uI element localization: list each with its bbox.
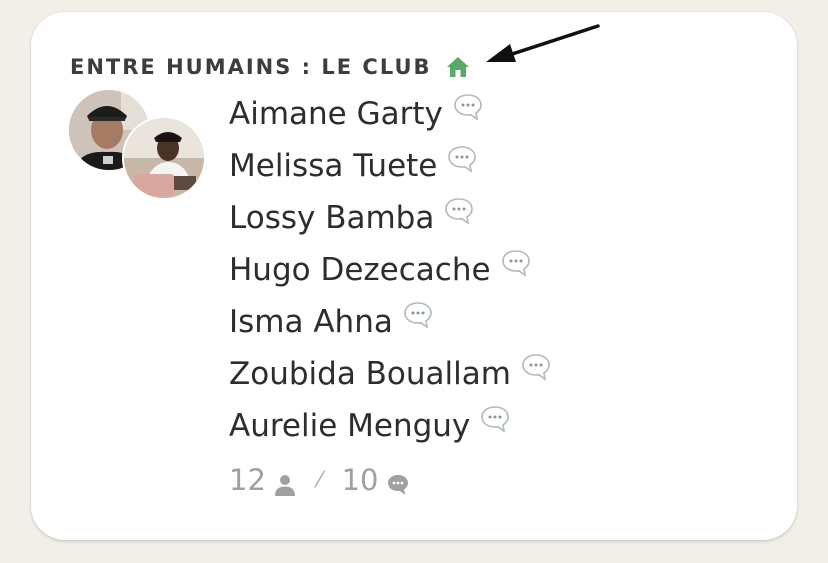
- stats-separator: ⁄: [317, 467, 322, 493]
- list-item: Aimane Garty: [229, 88, 551, 140]
- speech-bubble-icon[interactable]: [403, 301, 433, 329]
- person-icon: [274, 469, 296, 496]
- member-name[interactable]: Hugo Dezecache: [229, 252, 491, 288]
- speech-bubble-icon[interactable]: [444, 197, 474, 225]
- list-item: Zoubida Bouallam: [229, 348, 551, 400]
- home-icon[interactable]: [446, 56, 470, 78]
- member-name[interactable]: Isma Ahna: [229, 304, 393, 340]
- list-item: Melissa Tuete: [229, 140, 551, 192]
- member-name[interactable]: Aimane Garty: [229, 96, 443, 132]
- member-name[interactable]: Lossy Bamba: [229, 200, 434, 236]
- member-avatars[interactable]: [69, 90, 209, 202]
- member-name[interactable]: Zoubida Bouallam: [229, 356, 511, 392]
- speech-bubble-icon[interactable]: [480, 405, 510, 433]
- list-item: Aurelie Menguy: [229, 400, 551, 452]
- member-list: Aimane Garty Melissa Tuete Lossy Bamba H…: [229, 88, 551, 452]
- club-header: ENTRE HUMAINS : LE CLUB: [70, 52, 470, 82]
- list-item: Hugo Dezecache: [229, 244, 551, 296]
- speech-bubble-icon: [387, 469, 409, 495]
- annotation-arrow: [486, 24, 600, 62]
- speech-bubble-icon[interactable]: [521, 353, 551, 381]
- member-name[interactable]: Aurelie Menguy: [229, 408, 470, 444]
- list-item: Lossy Bamba: [229, 192, 551, 244]
- list-item: Isma Ahna: [229, 296, 551, 348]
- speech-bubble-icon[interactable]: [453, 93, 483, 121]
- avatar[interactable]: [124, 118, 204, 198]
- messages-count: 10: [341, 463, 379, 497]
- speech-bubble-icon[interactable]: [447, 145, 477, 173]
- club-stats: 12 ⁄ 10: [229, 458, 409, 502]
- member-name[interactable]: Melissa Tuete: [229, 148, 437, 184]
- club-title[interactable]: ENTRE HUMAINS : LE CLUB: [70, 55, 432, 79]
- speech-bubble-icon[interactable]: [501, 249, 531, 277]
- members-count: 12: [229, 463, 266, 497]
